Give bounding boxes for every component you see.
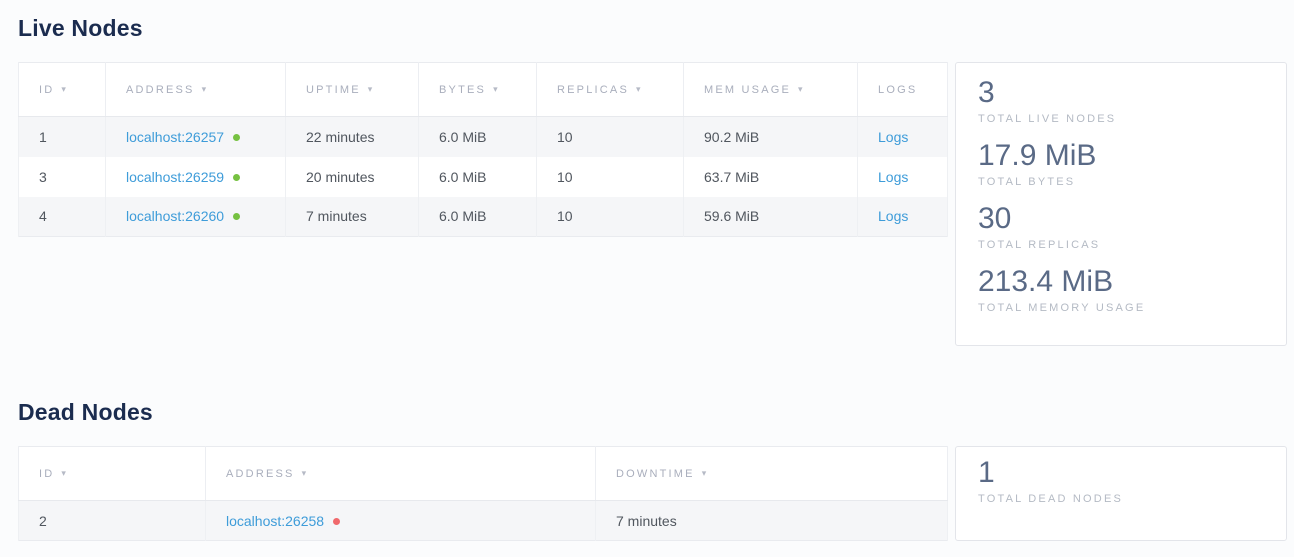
node-bytes-cell: 6.0 MiB: [419, 117, 537, 157]
column-header-mem-usage[interactable]: MEM USAGE ▾: [684, 63, 858, 117]
node-uptime-cell: 7 minutes: [286, 197, 419, 237]
dead-nodes-summary-card: 1 TOTAL DEAD NODES: [955, 446, 1287, 541]
stat-total-memory-usage: 213.4 MiB TOTAL MEMORY USAGE: [978, 264, 1264, 314]
column-header-label: ADDRESS: [126, 84, 195, 96]
column-header-label: DOWNTIME: [616, 468, 695, 480]
table-row: 2 localhost:26258 7 minutes: [19, 501, 948, 541]
column-header-label: MEM USAGE: [704, 84, 791, 96]
stat-value: 1: [978, 455, 1264, 491]
sort-arrow-icon: ▾: [702, 468, 709, 479]
stat-label: TOTAL DEAD NODES: [978, 493, 1264, 505]
stat-total-dead-nodes: 1 TOTAL DEAD NODES: [978, 455, 1264, 505]
node-address-link[interactable]: localhost:26257: [126, 129, 224, 145]
node-mem-usage-cell: 59.6 MiB: [684, 197, 858, 237]
node-downtime-cell: 7 minutes: [596, 501, 948, 541]
stat-total-replicas: 30 TOTAL REPLICAS: [978, 201, 1264, 251]
sort-arrow-icon: ▾: [368, 84, 375, 95]
live-nodes-summary-card: 3 TOTAL LIVE NODES 17.9 MiB TOTAL BYTES …: [955, 62, 1287, 346]
node-address-cell: localhost:26258: [206, 501, 596, 541]
table-row: 4 localhost:26260 7 minutes 6.0 MiB 10 5…: [19, 197, 948, 237]
stat-label: TOTAL MEMORY USAGE: [978, 302, 1264, 314]
sort-arrow-icon: ▾: [302, 468, 309, 479]
node-address-link[interactable]: localhost:26258: [226, 513, 324, 529]
node-address-cell: localhost:26257: [106, 117, 286, 157]
column-header-replicas[interactable]: REPLICAS ▾: [537, 63, 684, 117]
dead-nodes-title: Dead Nodes: [18, 398, 1287, 426]
node-address-link[interactable]: localhost:26259: [126, 169, 224, 185]
node-replicas-cell: 10: [537, 117, 684, 157]
live-nodes-section: ID ▾ ADDRESS ▾ UPTIME ▾ BYTES ▾ REPLICAS ▾ ME…: [18, 62, 1287, 346]
stat-total-live-nodes: 3 TOTAL LIVE NODES: [978, 75, 1264, 125]
live-status-icon: [233, 134, 240, 141]
node-address-cell: localhost:26259: [106, 157, 286, 197]
column-header-logs: LOGS: [858, 63, 948, 117]
column-header-label: ADDRESS: [226, 468, 295, 480]
table-row: 3 localhost:26259 20 minutes 6.0 MiB 10 …: [19, 157, 948, 197]
node-logs-cell: Logs: [858, 117, 948, 157]
node-bytes-cell: 6.0 MiB: [419, 197, 537, 237]
node-logs-cell: Logs: [858, 157, 948, 197]
node-id-cell: 2: [19, 501, 206, 541]
live-status-icon: [233, 174, 240, 181]
sort-arrow-icon: ▾: [202, 84, 209, 95]
sort-arrow-icon: ▾: [61, 84, 68, 95]
column-header-uptime[interactable]: UPTIME ▾: [286, 63, 419, 117]
node-id-cell: 3: [19, 157, 106, 197]
column-header-label: LOGS: [878, 84, 917, 96]
column-header-label: REPLICAS: [557, 84, 629, 96]
node-bytes-cell: 6.0 MiB: [419, 157, 537, 197]
node-id-cell: 4: [19, 197, 106, 237]
stat-value: 3: [978, 75, 1264, 111]
dead-nodes-section: ID ▾ ADDRESS ▾ DOWNTIME ▾ 2 localhost:26258…: [18, 446, 1287, 541]
column-header-label: ID: [39, 84, 54, 96]
column-header-address[interactable]: ADDRESS ▾: [106, 63, 286, 117]
stat-label: TOTAL BYTES: [978, 176, 1264, 188]
dead-table-header-row: ID ▾ ADDRESS ▾ DOWNTIME ▾: [19, 447, 948, 501]
column-header-bytes[interactable]: BYTES ▾: [419, 63, 537, 117]
logs-link[interactable]: Logs: [878, 169, 908, 185]
sort-arrow-icon: ▾: [636, 84, 643, 95]
dead-nodes-table: ID ▾ ADDRESS ▾ DOWNTIME ▾ 2 localhost:26258…: [18, 446, 947, 541]
stat-value: 213.4 MiB: [978, 264, 1264, 300]
sort-arrow-icon: ▾: [493, 84, 500, 95]
node-replicas-cell: 10: [537, 157, 684, 197]
stat-value: 17.9 MiB: [978, 138, 1264, 174]
stat-value: 30: [978, 201, 1264, 237]
node-address-link[interactable]: localhost:26260: [126, 208, 224, 224]
column-header-id[interactable]: ID ▾: [19, 63, 106, 117]
table-row: 1 localhost:26257 22 minutes 6.0 MiB 10 …: [19, 117, 948, 157]
stat-label: TOTAL REPLICAS: [978, 239, 1264, 251]
stat-label: TOTAL LIVE NODES: [978, 113, 1264, 125]
logs-link[interactable]: Logs: [878, 208, 908, 224]
node-mem-usage-cell: 63.7 MiB: [684, 157, 858, 197]
node-id-cell: 1: [19, 117, 106, 157]
column-header-address[interactable]: ADDRESS ▾: [206, 447, 596, 501]
live-status-icon: [233, 213, 240, 220]
stat-total-bytes: 17.9 MiB TOTAL BYTES: [978, 138, 1264, 188]
dead-status-icon: [333, 518, 340, 525]
live-nodes-table: ID ▾ ADDRESS ▾ UPTIME ▾ BYTES ▾ REPLICAS ▾ ME…: [18, 62, 947, 237]
column-header-downtime[interactable]: DOWNTIME ▾: [596, 447, 948, 501]
node-uptime-cell: 22 minutes: [286, 117, 419, 157]
logs-link[interactable]: Logs: [878, 129, 908, 145]
node-mem-usage-cell: 90.2 MiB: [684, 117, 858, 157]
nodes-page: Live Nodes ID ▾ ADDRESS ▾ UPTIME ▾ BYTES ▾ R…: [0, 0, 1294, 541]
live-nodes-title: Live Nodes: [18, 14, 1287, 42]
column-header-id[interactable]: ID ▾: [19, 447, 206, 501]
sort-arrow-icon: ▾: [798, 84, 805, 95]
node-uptime-cell: 20 minutes: [286, 157, 419, 197]
column-header-label: ID: [39, 468, 54, 480]
sort-arrow-icon: ▾: [61, 468, 68, 479]
column-header-label: UPTIME: [306, 84, 361, 96]
node-logs-cell: Logs: [858, 197, 948, 237]
node-replicas-cell: 10: [537, 197, 684, 237]
column-header-label: BYTES: [439, 84, 486, 96]
live-table-header-row: ID ▾ ADDRESS ▾ UPTIME ▾ BYTES ▾ REPLICAS ▾ ME…: [19, 63, 948, 117]
node-address-cell: localhost:26260: [106, 197, 286, 237]
